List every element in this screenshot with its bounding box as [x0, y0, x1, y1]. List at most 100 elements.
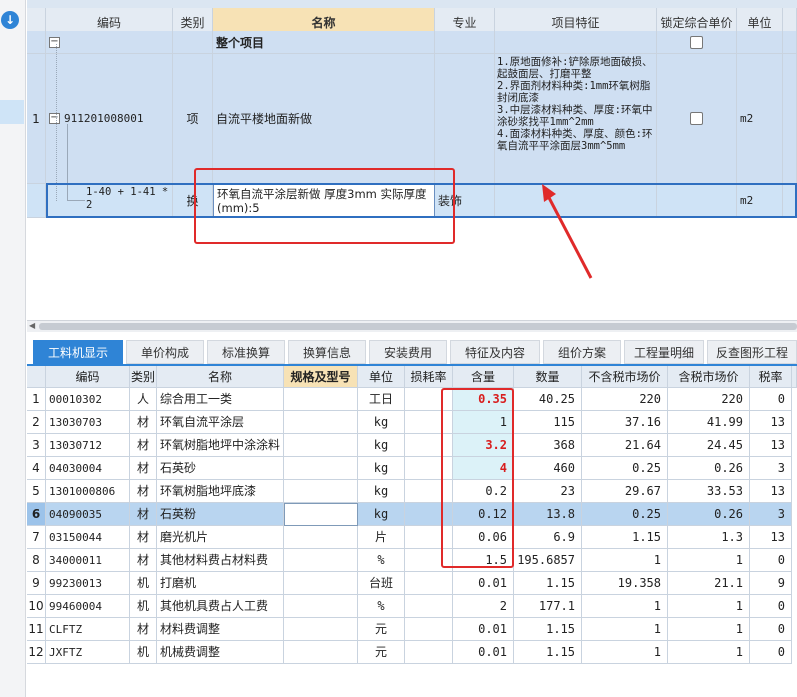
tab-features-content[interactable]: 特征及内容 — [450, 340, 540, 364]
resource-code[interactable]: 00010302 — [46, 388, 130, 411]
resource-content[interactable]: 0.2 — [453, 480, 514, 503]
resource-price-inc-tax[interactable]: 1 — [668, 618, 750, 641]
resource-tax-rate[interactable]: 0 — [750, 388, 792, 411]
resource-name[interactable]: 其他机具费占人工费 — [157, 595, 284, 618]
resource-quantity[interactable]: 6.9 — [514, 526, 582, 549]
resource-name[interactable]: 打磨机 — [157, 572, 284, 595]
resource-loss-rate[interactable] — [405, 480, 453, 503]
col-header-price-in[interactable]: 含税市场价 — [668, 366, 750, 388]
lock-price-checkbox[interactable] — [690, 112, 703, 125]
resource-quantity[interactable]: 13.8 — [514, 503, 582, 526]
resource-tax-rate[interactable]: 3 — [750, 457, 792, 480]
resource-tax-rate[interactable]: 0 — [750, 641, 792, 664]
resource-unit[interactable]: kg — [358, 434, 405, 457]
resource-quantity[interactable]: 1.15 — [514, 641, 582, 664]
resource-name[interactable]: 其他材料费占材料费 — [157, 549, 284, 572]
resource-name[interactable]: 磨光机片 — [157, 526, 284, 549]
sub-specialty[interactable]: 装饰 — [435, 184, 495, 218]
resource-type[interactable]: 材 — [130, 503, 157, 526]
resource-spec[interactable] — [284, 526, 358, 549]
resource-content[interactable]: 3.2 — [453, 434, 514, 457]
resource-spec[interactable] — [284, 388, 358, 411]
resource-content[interactable]: 0.12 — [453, 503, 514, 526]
resource-price-ex-tax[interactable]: 21.64 — [582, 434, 668, 457]
col-header-type[interactable]: 类别 — [130, 366, 157, 388]
resource-price-inc-tax[interactable]: 33.53 — [668, 480, 750, 503]
tab-quantity-detail[interactable]: 工程量明细 — [624, 340, 704, 364]
resource-quantity[interactable]: 115 — [514, 411, 582, 434]
resource-code[interactable]: 13030712 — [46, 434, 130, 457]
resource-price-ex-tax[interactable]: 1 — [582, 549, 668, 572]
resource-unit[interactable]: kg — [358, 411, 405, 434]
resource-content[interactable]: 0.01 — [453, 641, 514, 664]
sub-type[interactable]: 换 — [173, 184, 213, 218]
resource-loss-rate[interactable] — [405, 595, 453, 618]
resource-spec[interactable] — [284, 618, 358, 641]
resource-price-inc-tax[interactable]: 220 — [668, 388, 750, 411]
resource-quantity[interactable]: 460 — [514, 457, 582, 480]
resource-price-ex-tax[interactable]: 29.67 — [582, 480, 668, 503]
scroll-left-arrow-icon[interactable]: ◀ — [29, 321, 35, 330]
resource-price-inc-tax[interactable]: 0.26 — [668, 457, 750, 480]
resource-code[interactable]: 13030703 — [46, 411, 130, 434]
resource-price-ex-tax[interactable]: 19.358 — [582, 572, 668, 595]
resource-name[interactable]: 环氧自流平涂层 — [157, 411, 284, 434]
resource-unit[interactable]: 工日 — [358, 388, 405, 411]
resource-price-ex-tax[interactable]: 0.25 — [582, 503, 668, 526]
resource-content[interactable]: 0.01 — [453, 572, 514, 595]
resource-spec[interactable] — [284, 457, 358, 480]
resource-tax-rate[interactable]: 9 — [750, 572, 792, 595]
item-type[interactable]: 项 — [173, 54, 213, 184]
resource-loss-rate[interactable] — [405, 434, 453, 457]
resource-tax-rate[interactable]: 3 — [750, 503, 792, 526]
resource-loss-rate[interactable] — [405, 411, 453, 434]
resource-code[interactable]: 34000011 — [46, 549, 130, 572]
resource-price-inc-tax[interactable]: 1 — [668, 595, 750, 618]
resource-quantity[interactable]: 23 — [514, 480, 582, 503]
item-specialty[interactable] — [435, 54, 495, 184]
col-header-quantity[interactable]: 数量 — [514, 366, 582, 388]
resource-unit[interactable]: kg — [358, 503, 405, 526]
tab-conversion-info[interactable]: 换算信息 — [288, 340, 366, 364]
scrollbar-thumb[interactable] — [39, 323, 797, 330]
whole-project-label[interactable]: 整个项目 — [213, 31, 435, 54]
resource-loss-rate[interactable] — [405, 641, 453, 664]
resource-tax-rate[interactable]: 0 — [750, 595, 792, 618]
horizontal-scrollbar[interactable]: ◀ — [27, 320, 797, 332]
resource-loss-rate[interactable] — [405, 618, 453, 641]
resource-name[interactable]: 环氧树脂地坪中涂涂料 — [157, 434, 284, 457]
sub-code[interactable]: 1-40 + 1-41 * 2 — [46, 184, 173, 218]
resource-price-inc-tax[interactable]: 0.26 — [668, 503, 750, 526]
collapse-icon[interactable]: − — [49, 113, 60, 124]
resource-unit[interactable]: kg — [358, 480, 405, 503]
resource-code[interactable]: 1301000806 — [46, 480, 130, 503]
resource-tax-rate[interactable]: 13 — [750, 526, 792, 549]
resource-type[interactable]: 机 — [130, 595, 157, 618]
resource-tax-rate[interactable]: 13 — [750, 480, 792, 503]
resource-quantity[interactable]: 40.25 — [514, 388, 582, 411]
resource-spec[interactable] — [284, 503, 358, 526]
resource-code[interactable]: 03150044 — [46, 526, 130, 549]
resource-type[interactable]: 人 — [130, 388, 157, 411]
resource-loss-rate[interactable] — [405, 549, 453, 572]
resource-spec[interactable] — [284, 434, 358, 457]
col-header-unit[interactable]: 单位 — [358, 366, 405, 388]
col-header-loss[interactable]: 损耗率 — [405, 366, 453, 388]
col-header-spec[interactable]: 规格及型号 — [284, 366, 358, 388]
resource-spec[interactable] — [284, 480, 358, 503]
resource-code[interactable]: CLFTZ — [46, 618, 130, 641]
resource-content[interactable]: 2 — [453, 595, 514, 618]
resource-type[interactable]: 材 — [130, 457, 157, 480]
resource-price-ex-tax[interactable]: 37.16 — [582, 411, 668, 434]
resource-loss-rate[interactable] — [405, 526, 453, 549]
resource-price-ex-tax[interactable]: 1 — [582, 595, 668, 618]
resource-quantity[interactable]: 195.6857 — [514, 549, 582, 572]
sidebar-selected-item[interactable] — [0, 100, 24, 124]
resource-content[interactable]: 4 — [453, 457, 514, 480]
tab-price-composition[interactable]: 单价构成 — [126, 340, 204, 364]
resource-spec[interactable] — [284, 641, 358, 664]
resource-unit[interactable]: % — [358, 595, 405, 618]
item-unit[interactable]: m2 — [737, 54, 783, 184]
resource-tax-rate[interactable]: 13 — [750, 434, 792, 457]
sub-name-editor[interactable]: 环氧自流平涂层新做 厚度3mm 实际厚度(mm):5 — [213, 184, 435, 218]
